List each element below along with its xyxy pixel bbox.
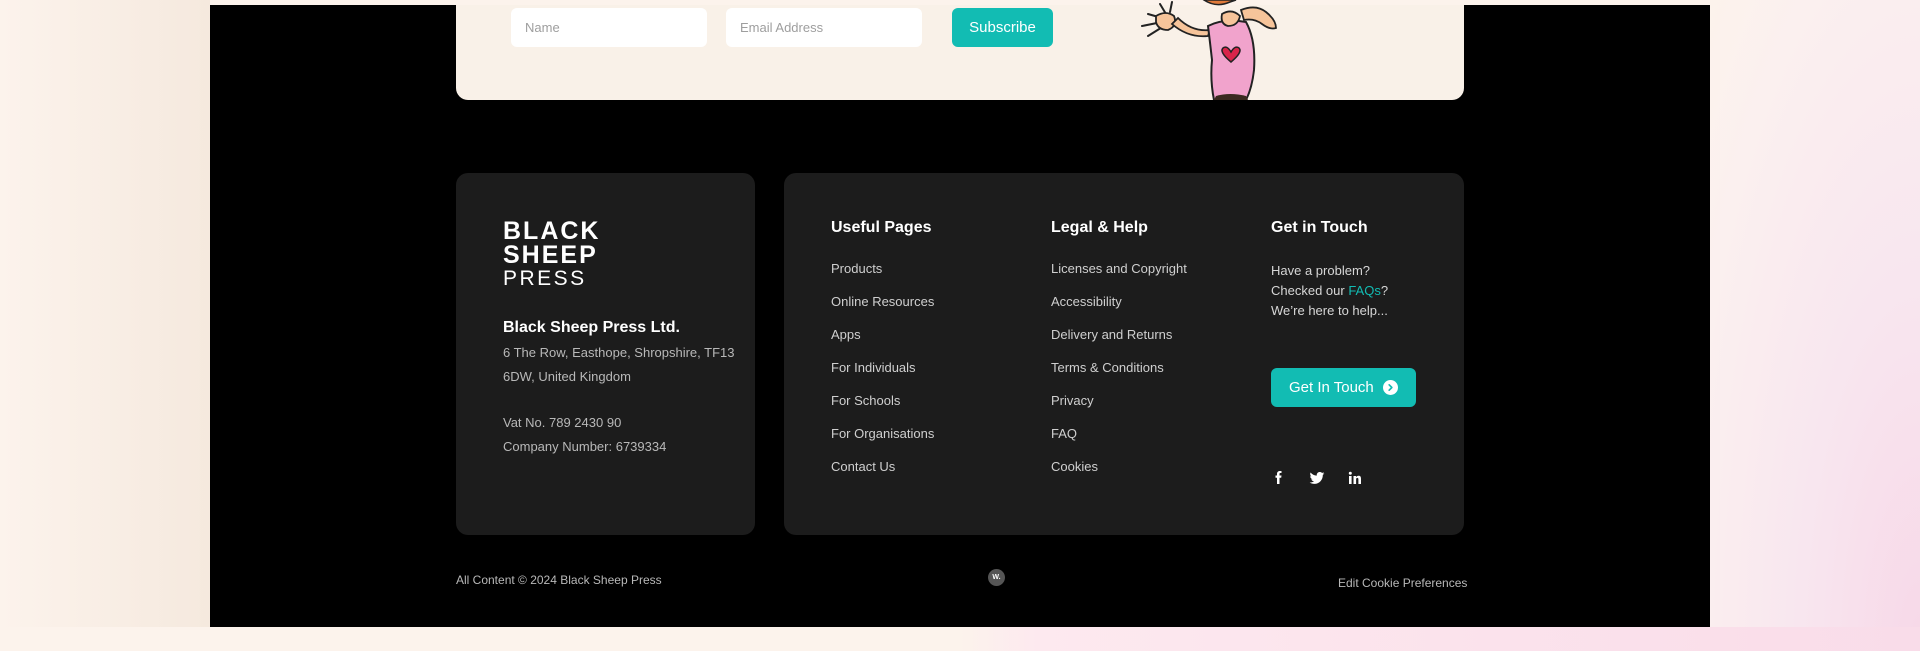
subscribe-button[interactable]: Subscribe: [952, 8, 1053, 47]
company-registration: Vat No. 789 2430 90 Company Number: 6739…: [503, 411, 666, 459]
footer-link-terms[interactable]: Terms & Conditions: [1051, 360, 1187, 393]
footer-link-label[interactable]: Online Resources: [831, 294, 934, 309]
copyright-text: All Content © 2024 Black Sheep Press: [456, 573, 662, 587]
footer-link-contact-us[interactable]: Contact Us: [831, 459, 934, 492]
footer-link-faq[interactable]: FAQ: [1051, 426, 1187, 459]
footer-link-delivery-returns[interactable]: Delivery and Returns: [1051, 327, 1187, 360]
faq-line: Checked our FAQs?: [1271, 281, 1451, 301]
footer-link-apps[interactable]: Apps: [831, 327, 934, 360]
footer-link-label[interactable]: Privacy: [1051, 393, 1094, 408]
footer-link-online-resources[interactable]: Online Resources: [831, 294, 934, 327]
edit-cookie-preferences-link[interactable]: Edit Cookie Preferences: [1338, 576, 1467, 590]
footer-link-products[interactable]: Products: [831, 261, 934, 294]
footer-page: Subscribe: [210, 0, 1710, 627]
vat-number: Vat No. 789 2430 90: [503, 415, 622, 430]
help-line: We’re here to help...: [1271, 303, 1388, 318]
footer-link-accessibility[interactable]: Accessibility: [1051, 294, 1187, 327]
social-links: [1271, 470, 1385, 486]
footer-link-licenses[interactable]: Licenses and Copyright: [1051, 261, 1187, 294]
get-in-touch-button[interactable]: Get In Touch: [1271, 368, 1416, 407]
site-credit-badge[interactable]: W.: [988, 569, 1005, 586]
footer-link-label[interactable]: Apps: [831, 327, 861, 342]
company-address: 6 The Row, Easthope, Shropshire, TF13 6D…: [503, 341, 735, 389]
footer-link-label[interactable]: For Individuals: [831, 360, 916, 375]
footer-link-label[interactable]: For Organisations: [831, 426, 934, 441]
useful-pages-heading: Useful Pages: [831, 219, 932, 236]
character-illustration: [1126, 0, 1356, 100]
address-line: 6 The Row, Easthope, Shropshire, TF13: [503, 345, 735, 360]
get-in-touch-text: Have a problem? Checked our FAQs? We’re …: [1271, 261, 1451, 321]
footer-link-label[interactable]: Licenses and Copyright: [1051, 261, 1187, 276]
arrow-right-circle-icon: [1383, 380, 1398, 395]
get-in-touch-button-label: Get In Touch: [1289, 379, 1374, 396]
company-number: Company Number: 6739334: [503, 439, 667, 454]
footer-link-cookies[interactable]: Cookies: [1051, 459, 1187, 492]
faq-prefix: Checked our: [1271, 283, 1349, 298]
footer-link-label[interactable]: Products: [831, 261, 882, 276]
faqs-link[interactable]: FAQs: [1348, 283, 1381, 298]
legal-help-column: Legal & Help Licenses and Copyright Acce…: [1051, 219, 1187, 492]
footer-link-label[interactable]: For Schools: [831, 393, 900, 408]
logo-line: SHEEP: [503, 241, 598, 269]
email-input[interactable]: [726, 8, 922, 47]
facebook-icon[interactable]: [1271, 470, 1287, 486]
footer-link-label[interactable]: Cookies: [1051, 459, 1098, 474]
background-bottom: [0, 627, 1920, 651]
footer-link-label[interactable]: Contact Us: [831, 459, 895, 474]
footer-link-label[interactable]: Delivery and Returns: [1051, 327, 1172, 342]
footer-link-privacy[interactable]: Privacy: [1051, 393, 1187, 426]
background-left: [0, 0, 210, 651]
logo[interactable]: BLACK SHEEP PRESS: [503, 219, 601, 291]
footer-link-label[interactable]: Accessibility: [1051, 294, 1122, 309]
footer-link-for-organisations[interactable]: For Organisations: [831, 426, 934, 459]
useful-pages-column: Useful Pages Products Online Resources A…: [831, 219, 934, 492]
background-right: [1710, 0, 1920, 651]
footer-link-for-schools[interactable]: For Schools: [831, 393, 934, 426]
twitter-icon[interactable]: [1309, 470, 1325, 486]
footer-link-label[interactable]: Terms & Conditions: [1051, 360, 1164, 375]
logo-line: PRESS: [503, 267, 587, 290]
help-line: Have a problem?: [1271, 263, 1370, 278]
get-in-touch-heading: Get in Touch: [1271, 219, 1368, 236]
company-card: BLACK SHEEP PRESS Black Sheep Press Ltd.…: [456, 173, 755, 535]
links-card: Useful Pages Products Online Resources A…: [784, 173, 1464, 535]
footer-link-for-individuals[interactable]: For Individuals: [831, 360, 934, 393]
legal-help-heading: Legal & Help: [1051, 219, 1148, 236]
logo-line: BLACK: [503, 217, 601, 245]
linkedin-icon[interactable]: [1347, 470, 1363, 486]
name-input[interactable]: [511, 8, 707, 47]
address-line: 6DW, United Kingdom: [503, 369, 631, 384]
footer-link-label[interactable]: FAQ: [1051, 426, 1077, 441]
useful-pages-list: Products Online Resources Apps For Indiv…: [831, 261, 934, 492]
company-name: Black Sheep Press Ltd.: [503, 319, 680, 336]
newsletter-card: Subscribe: [456, 0, 1464, 100]
get-in-touch-column: Get in Touch Have a problem? Checked our…: [1271, 219, 1451, 509]
faq-suffix: ?: [1380, 283, 1389, 298]
legal-help-list: Licenses and Copyright Accessibility Del…: [1051, 261, 1187, 492]
